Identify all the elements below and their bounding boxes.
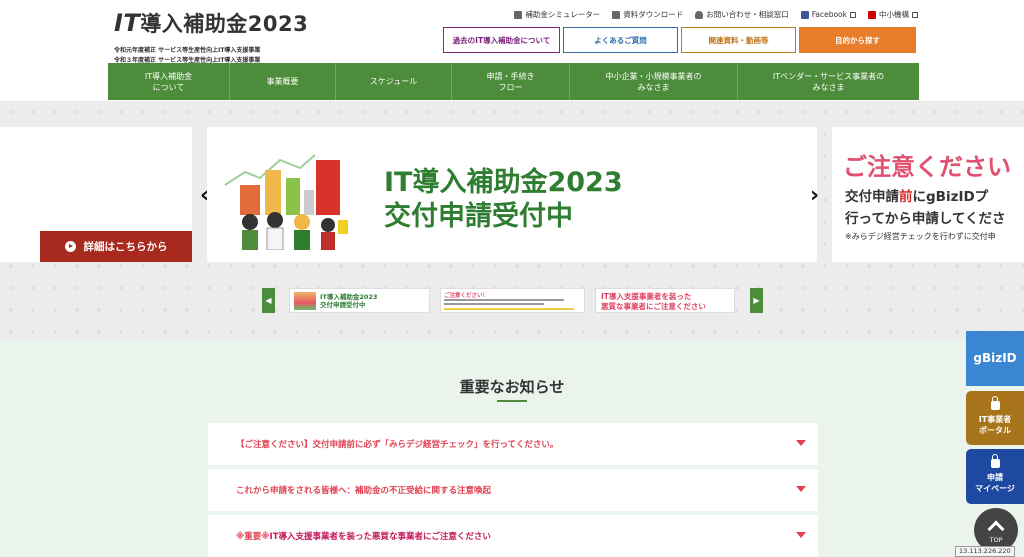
person-icon (695, 10, 704, 19)
next-slide-line-1: 交付申請前にgBizIDプ (845, 189, 989, 205)
chevron-down-icon (796, 486, 806, 492)
next-slide-line-3: ※みらデジ経営チェックを行わずに交付申 (845, 232, 996, 241)
details-button[interactable]: 詳細はこちらから (40, 231, 192, 262)
lock-icon (990, 395, 1000, 410)
toplink-download[interactable]: 資料ダウンロード (612, 9, 683, 20)
thumb-prev-arrow[interactable]: ◀ (262, 288, 275, 313)
hero-title-line-2: 交付申請受付中 (384, 201, 573, 232)
thumbnail-1[interactable]: IT導入補助金2023 交付申請受付中 (289, 288, 430, 313)
external-link-icon (850, 11, 856, 18)
news-heading: 重要なお知らせ (459, 378, 565, 396)
news-heading-underline (497, 400, 527, 402)
hero-title-line-1: IT導入補助金2023 (384, 167, 623, 198)
past-subsidy-button[interactable]: 過去のIT導入補助金について (443, 27, 560, 53)
next-slide-line-2: 行ってから申請してくださ (845, 211, 1006, 227)
nav-sme[interactable]: 中小企業・小規模事業者の みなさま (570, 63, 738, 100)
nav-about[interactable]: IT導入補助金 について (108, 63, 230, 100)
logo-title: IT導入補助金2023 (114, 9, 309, 37)
nav-overview[interactable]: 事業概要 (230, 63, 336, 100)
site-header: IT導入補助金2023 令和元年度補正 サービス等生産性向上IT導入支援事業 令… (0, 0, 1024, 101)
site-logo[interactable]: IT導入補助金2023 令和元年度補正 サービス等生産性向上IT導入支援事業 令… (114, 8, 308, 66)
chevron-up-icon (987, 520, 1005, 537)
thumb-next-arrow[interactable]: ▶ (750, 288, 763, 313)
chevron-down-icon (796, 532, 806, 538)
news-item-3[interactable]: ※重要※ IT導入支援事業者を装った悪質な事業者にご注意ください (208, 515, 818, 557)
gbizid-side-button[interactable]: gBizID (966, 331, 1024, 386)
nav-schedule[interactable]: スケジュール (336, 63, 452, 100)
news-item-2[interactable]: これから申請をされる皆様へ：補助金の不正受給に関する注意喚起 (208, 469, 818, 511)
logo-subtitle-1: 令和元年度補正 サービス等生産性向上IT導入支援事業 (114, 47, 261, 54)
next-slide-title: ご注意ください (843, 153, 1011, 181)
flag-icon (868, 10, 876, 19)
carousel-next-arrow[interactable]: › (810, 183, 819, 208)
toplink-simulator[interactable]: 補助金シミュレーター (514, 9, 600, 20)
toplink-smrj[interactable]: 中小機構 (868, 9, 918, 20)
external-link-icon (912, 11, 918, 18)
hero-title: IT導入補助金2023 交付申請受付中 (384, 166, 623, 234)
nav-vendor[interactable]: ITベンダー・サービス事業者の みなさま (738, 63, 919, 100)
ip-address-label: 13.113.226.220 (955, 546, 1015, 557)
hero-next-slide[interactable]: ご注意ください 交付申請前にgBizIDプ 行ってから申請してくださ ※みらデジ… (832, 127, 1024, 262)
top-buttons: 過去のIT導入補助金について よくあるご質問 関連資料・動画等 目的から探す (443, 27, 916, 53)
main-nav: IT導入補助金 について 事業概要 スケジュール 申請・手続き フロー 中小企業… (108, 63, 919, 100)
thumbnail-illustration (294, 292, 316, 310)
toplink-contact[interactable]: お問い合わせ・相談窓口 (695, 9, 789, 20)
play-icon (64, 241, 76, 252)
it-vendor-portal-button[interactable]: IT事業者 ポータル (966, 391, 1024, 445)
top-links: 補助金シミュレーター 資料ダウンロード お問い合わせ・相談窓口 Facebook… (514, 9, 918, 20)
thumbnail-3[interactable]: IT導入支援事業者を装った 悪質な事業者にご注意ください (595, 288, 735, 313)
news-item-1[interactable]: 【ご注意ください】 交付申請前に必ず「みらデジ経営チェック」を行ってください。 (208, 423, 818, 465)
hero-illustration (224, 154, 348, 250)
materials-button[interactable]: 関連資料・動画等 (681, 27, 796, 53)
facebook-icon (800, 10, 809, 19)
faq-button[interactable]: よくあるご質問 (563, 27, 678, 53)
carousel-prev-arrow[interactable]: ‹ (200, 183, 209, 208)
search-by-purpose-button[interactable]: 目的から探す (799, 27, 916, 53)
chevron-down-icon (796, 440, 806, 446)
lock-icon (990, 454, 1000, 468)
thumbnail-2[interactable]: ご注意ください！ (440, 288, 585, 313)
nav-flow[interactable]: 申請・手続き フロー (452, 63, 570, 100)
calculator-icon (514, 10, 523, 19)
toplink-facebook[interactable]: Facebook (800, 9, 856, 20)
application-mypage-button[interactable]: 申請 マイページ (966, 449, 1024, 504)
download-icon (612, 10, 621, 19)
